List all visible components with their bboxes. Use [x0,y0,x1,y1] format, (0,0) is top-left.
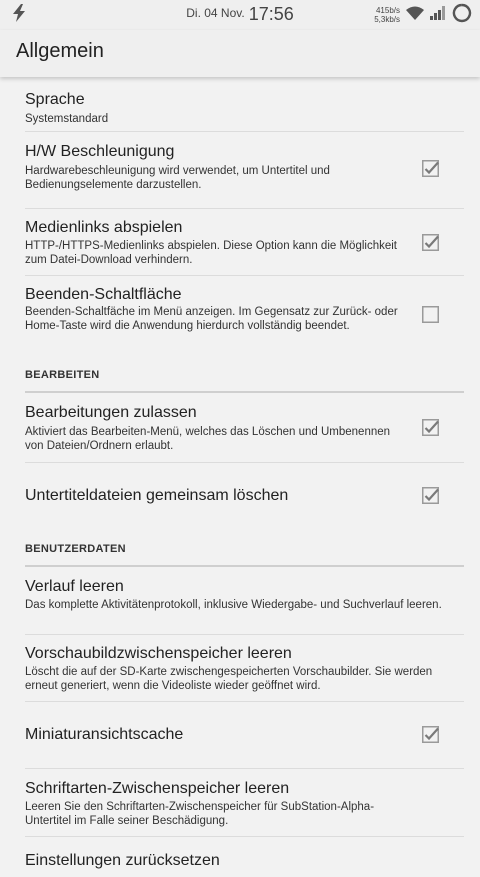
check-icon [424,727,439,741]
status-bar: Di. 04 Nov. 17:56 415b/s 5,3kb/s [0,0,480,30]
pref-summary: HTTP-/HTTPS-Medienlinks abspielen. Diese… [25,240,397,266]
pref-bearbeitungen-zulassen[interactable]: Bearbeitungen zulassen Aktiviert das Bea… [25,393,464,463]
check-icon [424,235,439,249]
pref-untertiteldateien[interactable]: Untertiteldateien gemeinsam löschen [25,463,464,530]
checkbox-miniaturansichtscache[interactable] [422,726,439,743]
category-bearbeiten: BEARBEITEN [25,356,464,393]
status-date: Di. 04 Nov. [186,6,245,20]
status-indicators: 415b/s 5,3kb/s [374,3,472,27]
pref-miniaturansichtscache[interactable]: Miniaturansichtscache [25,702,464,769]
speed-down: 5,3kb/s [374,15,400,24]
pref-title: Einstellungen zurücksetzen [25,852,220,869]
pref-title: H/W Beschleunigung [25,143,175,160]
wifi-icon [406,6,424,25]
category-benutzerdaten: BENUTZERDATEN [25,530,464,567]
settings-list: Sprache Systemstandard H/W Beschleunigun… [0,77,480,877]
checkbox-hw-beschleunigung[interactable] [422,160,439,177]
pref-title: Sprache [25,91,85,108]
pref-title: Medienlinks abspielen [25,219,183,236]
pref-title: Untertiteldateien gemeinsam löschen [25,487,289,504]
check-icon [424,161,439,175]
pref-beenden-schaltflaeche[interactable]: Beenden-Schaltfläche Beenden-Schaltfäche… [25,276,464,356]
pref-summary: Löscht die auf der SD-Karte zwischengesp… [25,666,433,692]
checkbox-untertiteldateien[interactable] [422,487,439,504]
status-time: 17:56 [248,4,294,24]
pref-title: Miniaturansichtscache [25,726,184,743]
pref-summary: Das komplette Aktivitätenprotokoll, inkl… [25,599,442,611]
category-label: BEARBEITEN [25,369,100,381]
pref-verlauf-leeren[interactable]: Verlauf leeren Das komplette Aktivitäten… [25,567,464,635]
pref-summary: Leeren Sie den Schriftarten-Zwischenspei… [25,801,375,827]
pref-medienlinks[interactable]: Medienlinks abspielen HTTP-/HTTPS-Medien… [25,209,464,276]
pref-title: Vorschaubildzwischenspeicher leeren [25,645,292,662]
category-label: BENUTZERDATEN [25,543,126,555]
pref-schriftarten[interactable]: Schriftarten-Zwischenspeicher leeren Lee… [25,769,464,837]
check-icon [424,420,439,434]
pref-summary: Beenden-Schaltfäche im Menü anzeigen. Im… [25,306,398,332]
pref-einstellungen-zuruecksetzen[interactable]: Einstellungen zurücksetzen [25,837,464,877]
pref-title: Bearbeitungen zulassen [25,404,197,421]
pref-title: Verlauf leeren [25,578,124,595]
pref-vorschaubild[interactable]: Vorschaubildzwischenspeicher leeren Lösc… [25,635,464,702]
pref-title: Schriftarten-Zwischenspeicher leeren [25,780,290,797]
pref-sprache[interactable]: Sprache Systemstandard [25,77,464,132]
pref-summary: Systemstandard [25,113,109,125]
app-bar: Allgemein [0,30,480,77]
network-speed: 415b/s 5,3kb/s [374,6,400,24]
speed-up: 415b/s [375,6,400,15]
pref-title: Beenden-Schaltfläche [25,286,182,303]
checkbox-beenden-schaltflaeche[interactable] [422,306,439,323]
pref-summary: Hardwarebeschleunigung wird verwendet, u… [25,165,330,191]
checkbox-bearbeitungen-zulassen[interactable] [422,419,439,436]
signal-icon [430,5,446,25]
checkbox-medienlinks[interactable] [422,234,439,251]
battery-icon [452,3,472,28]
pref-hw-beschleunigung[interactable]: H/W Beschleunigung Hardwarebeschleunigun… [25,132,464,209]
page-title: Allgemein [16,40,104,62]
check-icon [424,488,439,502]
pref-summary: Aktiviert das Bearbeiten-Menü, welches d… [25,426,391,452]
